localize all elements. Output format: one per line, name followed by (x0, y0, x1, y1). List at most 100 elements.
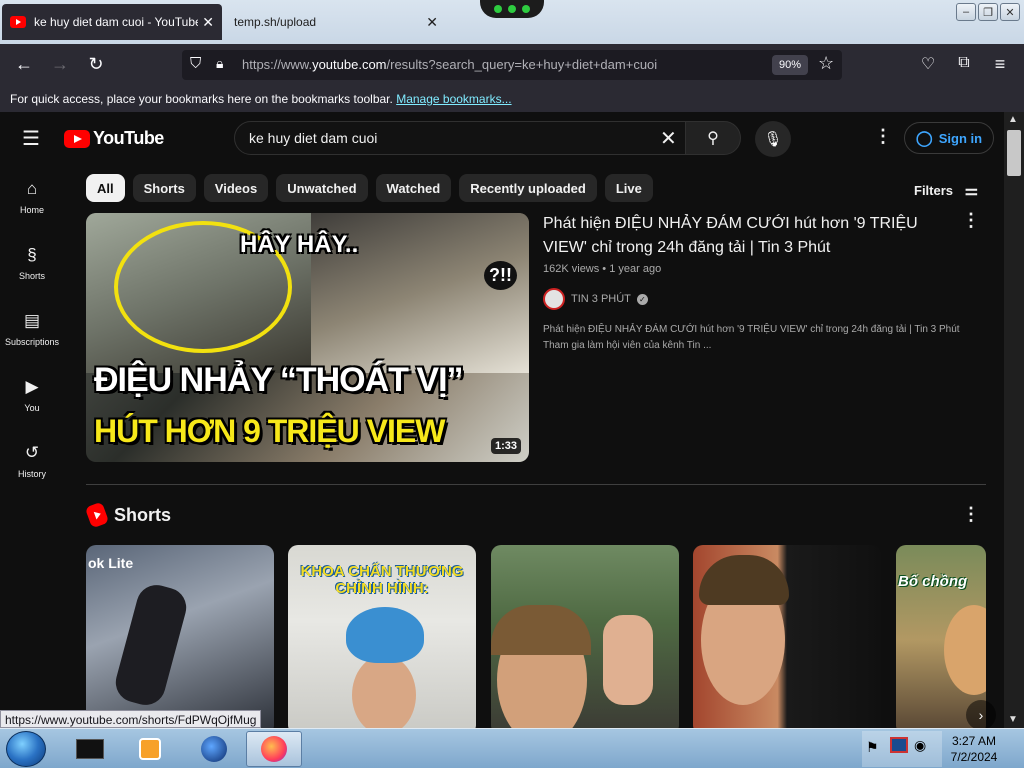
terminal-app-icon[interactable] (62, 731, 118, 767)
tab-youtube[interactable]: ke huy diet dam cuoi - YouTube ✕ (2, 4, 222, 40)
tab-title: ke huy diet dam cuoi - YouTube (34, 15, 199, 29)
zoom-indicator[interactable]: 90% (772, 55, 808, 75)
chip-live[interactable]: Live (604, 174, 653, 202)
guide-sidebar: ⌂ Home § Shorts ▤ Subscriptions ▶ You ↺ … (0, 164, 64, 494)
search-input[interactable]: ke huy diet dam cuoi (234, 121, 686, 155)
shorts-more-icon[interactable]: ⋮ (962, 504, 980, 525)
video-duration: 1:33 (490, 438, 521, 454)
scroll-up-icon[interactable]: ▲ (1008, 114, 1018, 125)
video-info: Phát hiện ĐIỆU NHẢY ĐÁM CƯỚI hút hơn '9 … (543, 212, 963, 275)
history-icon: ↺ (24, 443, 40, 462)
section-divider (86, 484, 986, 485)
firefox-taskbar-icon[interactable] (246, 731, 302, 767)
guide-item-subscriptions[interactable]: ▤ Subscriptions (0, 296, 64, 362)
thumbnail-headline: ĐIỆU NHẢY “THOÁT VỊ” (94, 361, 464, 399)
chip-videos[interactable]: Videos (203, 174, 269, 202)
voice-search-button[interactable]: 🎙︎ (755, 121, 791, 157)
next-arrow-icon[interactable]: › (966, 700, 996, 728)
thumbnail-subheadline: HÚT HƠN 9 TRIỆU VIEW (94, 413, 445, 449)
short-thumbnail[interactable] (491, 545, 679, 728)
bookmarks-toolbar: For quick access, place your bookmarks h… (0, 86, 1024, 112)
microphone-icon: 🎙︎ (763, 131, 783, 148)
link-status-url: https://www.youtube.com/shorts/FdPWqOjfM… (0, 710, 262, 728)
forward-arrow-icon[interactable]: → (48, 54, 72, 76)
chip-watched[interactable]: Watched (375, 174, 452, 202)
home-icon: ⌂ (26, 179, 38, 198)
short-thumbnail[interactable]: KHOA CHẤN THƯƠNG CHỈNH HÌNH: (288, 545, 476, 728)
shield-icon[interactable]: ⛉ (190, 55, 201, 72)
scroll-thumb[interactable] (1007, 130, 1021, 176)
short-thumbnail[interactable]: ok Lite (86, 545, 274, 728)
back-arrow-icon[interactable]: ← (12, 54, 36, 76)
short-thumbnail[interactable]: Bố chồng (896, 545, 986, 728)
youtube-logo[interactable]: YouTube (64, 128, 164, 149)
guide-item-home[interactable]: ⌂ Home (0, 164, 64, 230)
tab-close-icon[interactable]: ✕ (202, 14, 214, 31)
subscriptions-icon: ▤ (23, 311, 41, 330)
menu-icon[interactable]: ≡ (988, 54, 1012, 76)
chip-shorts[interactable]: Shorts (132, 174, 196, 202)
lock-icon[interactable]: 🔒︎ (216, 55, 223, 72)
minimize-button[interactable]: – (956, 3, 976, 21)
remote-control-indicator (480, 0, 544, 18)
short-thumbnail[interactable] (693, 545, 881, 728)
search-icon: ⚲ (707, 130, 719, 147)
clear-search-icon[interactable]: ✕ (660, 126, 677, 151)
scroll-down-icon[interactable]: ▼ (1008, 714, 1018, 725)
extensions-icon[interactable]: ⧉ (952, 54, 976, 76)
guide-item-history[interactable]: ↺ History (0, 428, 64, 494)
guide-item-you[interactable]: ▶ You (0, 362, 64, 428)
video-thumbnail[interactable]: HÂY HÂY.. ?!! ĐIỆU NHẢY “THOÁT VỊ” HÚT H… (86, 213, 529, 462)
pocket-icon[interactable]: ♡ (916, 54, 940, 76)
globe-app-icon[interactable] (186, 731, 242, 767)
shorts-icon: § (27, 245, 37, 264)
restore-button[interactable]: ❐ (978, 3, 998, 21)
manage-bookmarks-link[interactable]: Manage bookmarks... (396, 92, 511, 106)
tab-close-icon[interactable]: ✕ (426, 14, 438, 31)
channel-name[interactable]: TIN 3 PHÚT (571, 293, 631, 305)
hamburger-menu-icon[interactable]: ☰ (22, 126, 40, 151)
youtube-masthead: ☰ YouTube ke huy diet dam cuoi ✕ ⚲ 🎙︎ ⋮ … (0, 112, 1004, 164)
url-bar[interactable]: ⛉ 🔒︎ https://www.youtube.com/results?sea… (182, 50, 842, 80)
sign-in-button[interactable]: ◯ Sign in (904, 122, 994, 154)
you-icon: ▶ (25, 377, 39, 396)
browser-tab-bar: ke huy diet dam cuoi - YouTube ✕ temp.sh… (0, 0, 1024, 44)
browser-nav-bar: ← → ↻ ⛉ 🔒︎ https://www.youtube.com/resul… (0, 44, 1024, 86)
tab-temp-upload[interactable]: temp.sh/upload ✕ (226, 4, 446, 40)
youtube-page: ☰ YouTube ke huy diet dam cuoi ✕ ⚲ 🎙︎ ⋮ … (0, 112, 1024, 728)
filter-sliders-icon: ⚌ (964, 182, 979, 199)
settings-more-icon[interactable]: ⋮ (874, 126, 892, 147)
channel-link[interactable]: TIN 3 PHÚT ✓ (543, 288, 648, 310)
chip-unwatched[interactable]: Unwatched (276, 174, 368, 202)
guide-item-shorts[interactable]: § Shorts (0, 230, 64, 296)
media-player-icon[interactable] (122, 731, 178, 767)
search-button[interactable]: ⚲ (685, 121, 741, 155)
flag-icon[interactable]: ⚑ (866, 739, 879, 756)
chip-recently-uploaded[interactable]: Recently uploaded (459, 174, 597, 202)
volume-icon[interactable]: ◉ (914, 737, 926, 754)
shorts-logo-icon (84, 501, 110, 529)
video-more-icon[interactable]: ⋮ (962, 210, 980, 231)
thumbnail-caption: HÂY HÂY.. (240, 231, 359, 258)
account-icon: ◯ (915, 130, 933, 147)
shorts-shelf-header: Shorts (84, 501, 171, 529)
chip-all[interactable]: All (86, 174, 125, 202)
taskbar-clock[interactable]: 3:27 AM 7/2/2024 (944, 733, 1004, 765)
system-tray: ⚑ ◉ (862, 731, 942, 767)
youtube-play-icon (64, 129, 90, 148)
reload-icon[interactable]: ↻ (84, 54, 108, 76)
channel-avatar[interactable] (543, 288, 565, 310)
url-text[interactable]: https://www.youtube.com/results?search_q… (242, 57, 657, 72)
tab-title: temp.sh/upload (234, 15, 317, 29)
close-window-button[interactable]: ✕ (1000, 3, 1020, 21)
network-icon[interactable] (890, 737, 908, 753)
filters-button[interactable]: Filters ⚌ (914, 181, 978, 199)
filter-chips: All Shorts Videos Unwatched Watched Rece… (86, 174, 653, 202)
video-description: Phát hiện ĐIỆU NHẢY ĐÁM CƯỚI hút hơn '9 … (543, 324, 960, 351)
windows-taskbar: ⚑ ◉ 3:27 AM 7/2/2024 (0, 728, 1024, 768)
scrollbar[interactable]: ▲ ▼ (1004, 112, 1024, 728)
star-bookmark-icon[interactable]: ☆ (818, 53, 834, 74)
verified-check-icon: ✓ (636, 293, 648, 305)
video-title[interactable]: Phát hiện ĐIỆU NHẢY ĐÁM CƯỚI hút hơn '9 … (543, 212, 963, 260)
start-button[interactable] (6, 731, 46, 767)
